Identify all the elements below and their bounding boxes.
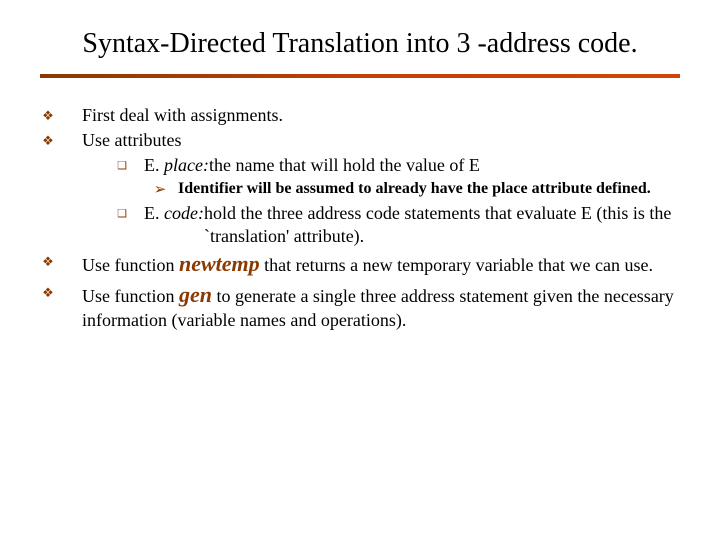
bullet-text: First deal with assignments.: [82, 104, 680, 127]
sub-bullet-text: E. code: hold the three address code sta…: [144, 202, 680, 248]
sub-bullet-text: E. place: the name that will hold the va…: [144, 154, 680, 177]
slide-title: Syntax-Directed Translation into 3 -addr…: [40, 28, 680, 60]
bullet-item: ❖ Use attributes: [40, 129, 680, 152]
keyword: newtemp: [179, 251, 260, 276]
bullet-item: ❖ Use function gen to generate a single …: [40, 281, 680, 332]
note-text: Identifier will be assumed to already ha…: [178, 179, 680, 199]
bullet-text: Use function newtemp that returns a new …: [82, 250, 680, 278]
square-bullet-icon: ❑: [114, 202, 130, 221]
text-post: that returns a new temporary variable th…: [260, 255, 653, 275]
sub-bullet-item: ❑ E. code: hold the three address code s…: [40, 202, 680, 248]
bullet-item: ❖ First deal with assignments.: [40, 104, 680, 127]
bullet-item: ❖ Use function newtemp that returns a ne…: [40, 250, 680, 278]
sub-sub-bullet-item: ➢ Identifier will be assumed to already …: [40, 179, 680, 200]
diamond-bullet-icon: ❖: [40, 250, 56, 271]
attr-desc: the name that will hold the value of E: [209, 154, 680, 177]
slide-body: ❖ First deal with assignments. ❖ Use att…: [40, 104, 680, 332]
text-pre: Use function: [82, 286, 179, 306]
attr-desc: hold the three address code statements t…: [204, 202, 680, 248]
keyword: gen: [179, 282, 212, 307]
square-bullet-icon: ❑: [114, 154, 130, 173]
diamond-bullet-icon: ❖: [40, 281, 56, 302]
diamond-bullet-icon: ❖: [40, 129, 56, 150]
text-pre: Use function: [82, 255, 179, 275]
title-rule: [40, 74, 680, 78]
arrow-bullet-icon: ➢: [150, 179, 170, 200]
bullet-text: Use function gen to generate a single th…: [82, 281, 680, 332]
sub-bullet-item: ❑ E. place: the name that will hold the …: [40, 154, 680, 177]
bullet-text: Use attributes: [82, 129, 680, 152]
attr-name: code:: [164, 203, 204, 223]
attr-prefix: E.: [144, 155, 164, 175]
attr-name: place:: [164, 155, 209, 175]
slide: Syntax-Directed Translation into 3 -addr…: [0, 0, 720, 540]
diamond-bullet-icon: ❖: [40, 104, 56, 125]
attr-prefix: E.: [144, 203, 164, 223]
